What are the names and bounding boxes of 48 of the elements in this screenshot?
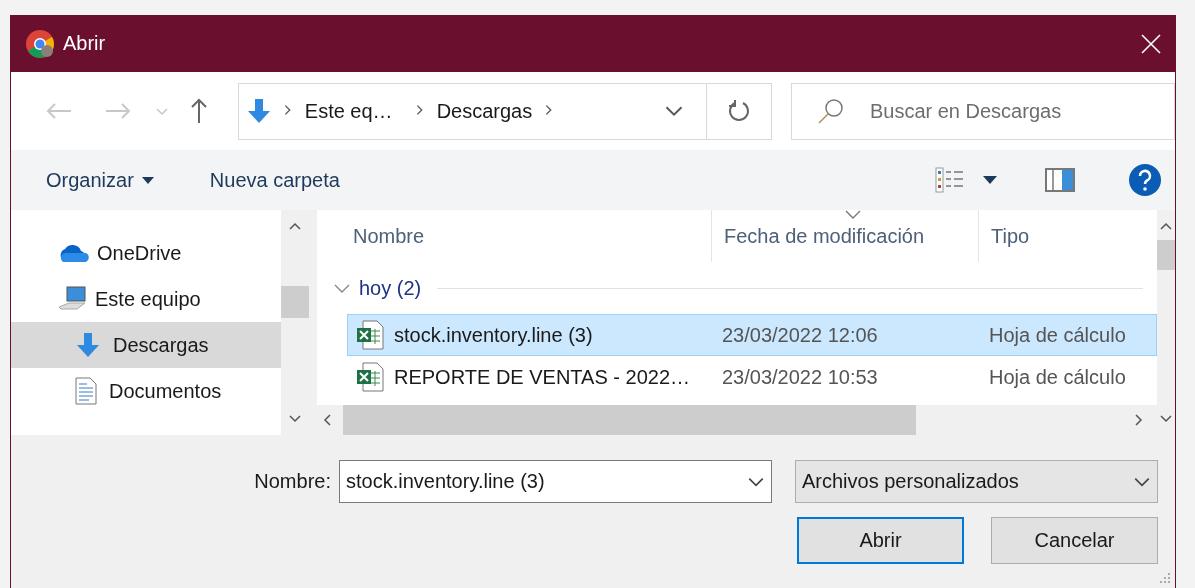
- address-bar[interactable]: Este eq… Descargas: [237, 82, 772, 140]
- scroll-thumb[interactable]: [281, 286, 309, 318]
- column-header[interactable]: Nombre: [317, 210, 711, 262]
- help-icon[interactable]: [1129, 164, 1161, 196]
- resize-grip-icon[interactable]: [1159, 572, 1171, 584]
- dialog-button[interactable]: Abrir: [797, 517, 964, 564]
- view-list-icon[interactable]: [935, 167, 965, 193]
- refresh-icon[interactable]: [726, 99, 751, 123]
- type-cell-text: Hoja de cálculo: [988, 323, 1126, 347]
- type-cell-text: Hoja de cálculo: [988, 365, 1126, 389]
- toolbar-button[interactable]: Organizar: [46, 164, 154, 196]
- back-arrow-icon[interactable]: [45, 102, 72, 120]
- close-icon[interactable]: [1141, 33, 1161, 54]
- file-row[interactable]: REPORTE DE VENTAS - 2022… 23/03/2022 10:53 Hoja de cálculo: [347, 356, 1157, 398]
- down-arrow-icon: [75, 332, 101, 358]
- date-cell-text: 23/03/2022 10:53: [721, 365, 879, 389]
- sidebar-item[interactable]: Documentos: [11, 368, 281, 414]
- sidebar-item[interactable]: Este equipo: [11, 276, 281, 322]
- group-label: hoy (2): [359, 276, 422, 300]
- breadcrumb[interactable]: Este eq…: [304, 99, 393, 123]
- sidebar-item[interactable]: Descargas: [11, 322, 281, 368]
- breadcrumb[interactable]: Descargas: [436, 99, 533, 123]
- field-label: Nombre:: [253, 470, 332, 493]
- spreadsheet-icon: [356, 362, 384, 392]
- file-name: REPORTE DE VENTAS - 2022…: [394, 365, 690, 389]
- file-type-dropdown[interactable]: Archivos personalizados: [795, 460, 1158, 503]
- down-arrow-icon: [246, 98, 271, 124]
- caret-icon[interactable]: [983, 176, 997, 184]
- preview-pane-icon[interactable]: [1045, 168, 1075, 192]
- window-title: Abrir: [63, 32, 107, 55]
- search-field[interactable]: Buscar en Descargas: [790, 82, 1175, 140]
- file-name: stock.inventory.line (3): [394, 323, 593, 347]
- computer-icon: [57, 285, 87, 313]
- dialog-button[interactable]: Cancelar: [991, 517, 1158, 564]
- document-icon: [75, 377, 97, 405]
- column-header[interactable]: Fecha de modificación: [711, 210, 978, 262]
- forward-arrow-icon[interactable]: [104, 102, 131, 120]
- file-row[interactable]: stock.inventory.line (3) 23/03/2022 12:06 Hoja de cálculo: [347, 314, 1157, 356]
- search-icon: [817, 98, 844, 124]
- scroll-thumb[interactable]: [1157, 240, 1175, 270]
- filename-field[interactable]: stock.inventory.line (3): [339, 460, 772, 503]
- date-cell-text: 23/03/2022 12:06: [721, 323, 879, 347]
- spreadsheet-icon: [356, 320, 384, 350]
- scroll-thumb[interactable]: [343, 405, 916, 435]
- up-arrow-icon[interactable]: [190, 98, 209, 124]
- toolbar-button[interactable]: Nueva carpeta: [209, 164, 340, 196]
- sidebar-item[interactable]: OneDrive: [11, 230, 281, 276]
- circle-logo-icon: [25, 28, 55, 59]
